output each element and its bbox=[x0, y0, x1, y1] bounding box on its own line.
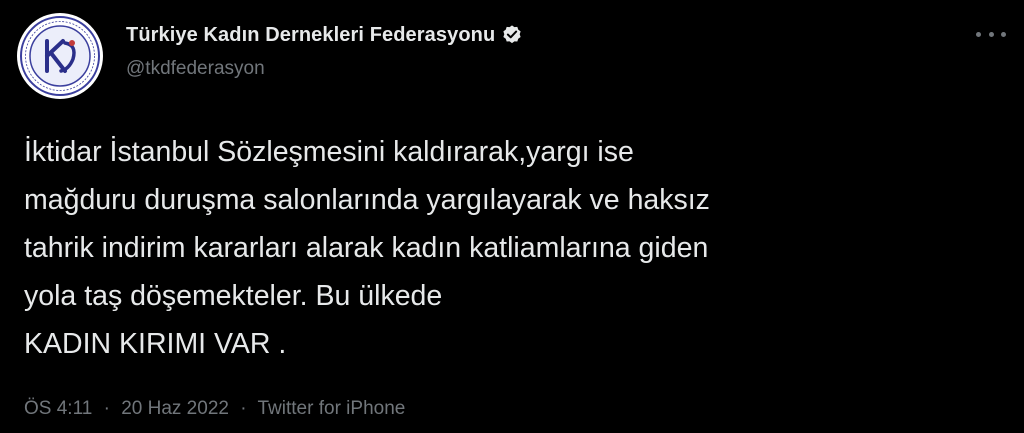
more-dot bbox=[988, 31, 994, 37]
more-dot bbox=[976, 31, 981, 37]
tweet-text: İktidar İstanbul Sözleşmesini kaldırarak… bbox=[24, 128, 1004, 368]
tweet-source[interactable]: Twitter for iPhone bbox=[258, 398, 406, 419]
tkdf-logo-icon bbox=[18, 14, 102, 98]
tweet-meta: ÖS 4:11 · 20 Haz 2022 · Twitter for iPho… bbox=[24, 398, 405, 420]
tweet-time[interactable]: ÖS 4:11 bbox=[24, 398, 92, 419]
avatar[interactable] bbox=[17, 13, 103, 99]
verified-badge-icon bbox=[501, 24, 523, 46]
tweet-text-line: tahrik indirim kararları alarak kadın ka… bbox=[24, 232, 709, 264]
author-name-row: Türkiye Kadın Dernekleri Federasyonu bbox=[126, 20, 523, 50]
more-dot bbox=[1001, 31, 1006, 37]
more-options-icon[interactable] bbox=[976, 22, 1006, 46]
tweet-card: Türkiye Kadın Dernekleri Federasyonu @tk… bbox=[0, 0, 1024, 433]
tweet-date[interactable]: 20 Haz 2022 bbox=[121, 398, 229, 419]
meta-separator: · bbox=[103, 398, 110, 419]
tweet-text-line: KADIN KIRIMI VAR . bbox=[24, 328, 287, 360]
tweet-text-line: mağduru duruşma salonlarında yargılayara… bbox=[24, 184, 710, 216]
author-display-name[interactable]: Türkiye Kadın Dernekleri Federasyonu bbox=[126, 24, 495, 47]
author-handle[interactable]: @tkdfederasyon bbox=[126, 58, 265, 80]
meta-separator: · bbox=[240, 398, 247, 419]
tweet-text-line: İktidar İstanbul Sözleşmesini kaldırarak… bbox=[24, 136, 634, 168]
tweet-text-line: yola taş döşemekteler. Bu ülkede bbox=[24, 280, 443, 312]
